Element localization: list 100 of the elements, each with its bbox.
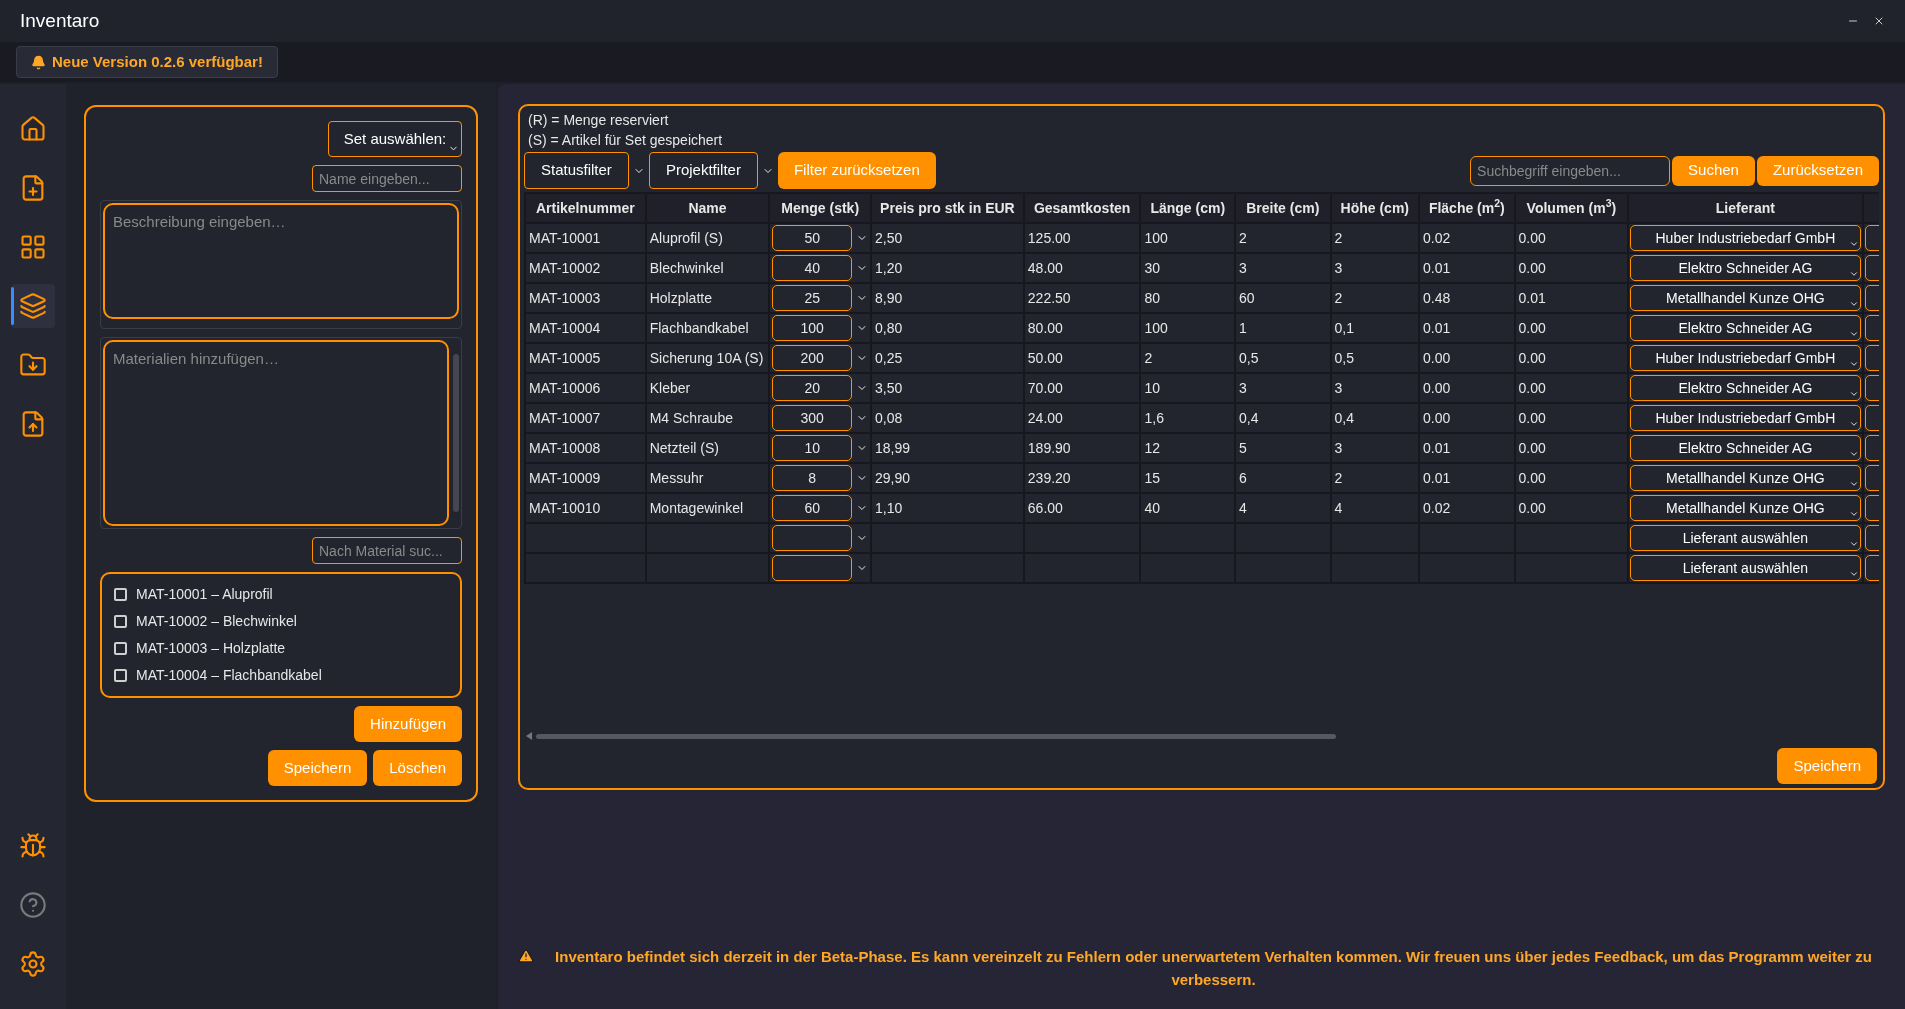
materials-field[interactable]: Materialien hinzufügen… (103, 340, 449, 526)
quantity-field[interactable]: 100 (772, 315, 853, 341)
table-cell: 125.00 (1027, 229, 1071, 246)
supplier-dropdown[interactable]: Huber Industriebedarf GmbH (1630, 345, 1861, 371)
supplier-dropdown[interactable]: Elektro Schneider AG (1630, 375, 1861, 401)
update-banner[interactable]: Neue Version 0.2.6 verfügbar! (16, 45, 278, 79)
table-cell: 3 (1239, 259, 1247, 276)
table-cell: 4 (1334, 499, 1343, 516)
material-search-field[interactable]: Nach Material suc... (312, 537, 462, 564)
table-cell: 0,5 (1239, 349, 1259, 366)
scrollbar[interactable] (453, 354, 459, 512)
quantity-field[interactable]: 10 (772, 435, 853, 461)
column-header[interactable]: Menge (stk) (769, 193, 871, 223)
supplier-dropdown[interactable]: Elektro Schneider AG (1630, 255, 1861, 281)
supplier-dropdown[interactable]: Elektro Schneider AG (1630, 315, 1861, 341)
table-cell: 189.90 (1027, 439, 1071, 456)
quantity-field[interactable]: 25 (772, 285, 853, 311)
name-input-field[interactable]: Name eingeben... (312, 165, 462, 192)
quantity-field[interactable]: 20 (772, 375, 853, 401)
material-option[interactable]: MAT-10004 – Flachbandkabel (136, 665, 322, 686)
table-cell: 0.00 (1423, 409, 1451, 426)
table-cell: 6 (1239, 469, 1247, 486)
table-cell: 0.02 (1423, 229, 1451, 246)
set-select[interactable]: Set auswählen: (328, 121, 462, 157)
quantity-field[interactable]: 8 (772, 465, 853, 491)
material-option[interactable]: MAT-10002 – Blechwinkel (136, 611, 297, 632)
quantity-field[interactable] (772, 555, 853, 581)
column-header[interactable]: Preis pro stk in EUR (870, 193, 1024, 223)
column-header[interactable]: Fläche (m$^{2}$) (1419, 193, 1515, 223)
table-cell: 1,10 (874, 499, 903, 516)
scroll-left-icon[interactable] (526, 732, 532, 740)
table-cell: 100 (1144, 229, 1168, 246)
column-header[interactable]: Länge (cm) (1140, 193, 1235, 223)
column-header[interactable]: Volumen (m$^{3}$) (1514, 193, 1629, 223)
close-icon[interactable] (1873, 15, 1885, 27)
bell-icon (31, 54, 46, 70)
table-cell: Kleber (649, 379, 691, 396)
table-cell: Flachbandkabel (649, 319, 749, 336)
supplier-dropdown[interactable]: Elektro Schneider AG (1630, 435, 1861, 461)
column-header[interactable]: Höhe (cm) (1330, 193, 1420, 223)
table-cell: Blechwinkel (649, 259, 724, 276)
table-cell: 3,50 (874, 379, 903, 396)
table-cell: 80.00 (1027, 319, 1063, 336)
supplier-dropdown[interactable]: Lieferant auswählen (1630, 555, 1861, 581)
supplier-dropdown[interactable]: Metallhandel Kunze OHG (1630, 285, 1861, 311)
quantity-field[interactable]: 60 (772, 495, 853, 521)
chevron-icon (1848, 539, 1859, 549)
table-cell: 5 (1239, 439, 1247, 456)
checkbox[interactable] (114, 642, 127, 655)
table-cell: 0.00 (1423, 379, 1451, 396)
supplier-dropdown[interactable]: Metallhandel Kunze OHG (1630, 495, 1861, 521)
table-cell: 2,50 (874, 229, 903, 246)
table-cell: 0.02 (1423, 499, 1451, 516)
table-cell: 0.00 (1518, 499, 1546, 516)
table-cell: 3 (1334, 439, 1343, 456)
supplier-dropdown[interactable]: Metallhandel Kunze OHG (1630, 465, 1861, 491)
table-cell: 80 (1144, 289, 1161, 306)
checkbox[interactable] (114, 615, 127, 628)
search-field[interactable]: Suchbegriff eingeben... (1470, 155, 1671, 186)
table-cell: 50.00 (1027, 349, 1063, 366)
quantity-field[interactable]: 40 (772, 255, 853, 281)
material-option[interactable]: MAT-10003 – Holzplatte (136, 638, 286, 659)
table-cell: 0.01 (1423, 439, 1451, 456)
supplier-dropdown[interactable]: Huber Industriebedarf GmbH (1630, 405, 1861, 431)
quantity-field[interactable] (772, 525, 853, 551)
column-header[interactable]: Lieferant (1628, 193, 1863, 223)
table-cell: 3 (1239, 379, 1247, 396)
warning-icon (518, 948, 534, 964)
table-cell: MAT-10005 (529, 349, 601, 366)
table-cell: 0,4 (1334, 409, 1354, 426)
sidebar-item[interactable] (11, 284, 55, 328)
home-icon (19, 115, 47, 143)
chevron-icon (1848, 359, 1859, 369)
supplier-dropdown[interactable]: Huber Industriebedarf GmbH (1630, 225, 1861, 251)
checkbox[interactable] (114, 669, 127, 682)
quantity-field[interactable]: 50 (772, 225, 853, 251)
table-cell: 10 (1144, 379, 1161, 396)
quantity-field[interactable]: 300 (772, 405, 853, 431)
horizontal-scrollbar[interactable] (536, 733, 1336, 739)
chevron-icon (1848, 449, 1859, 459)
table-cell: 0,08 (874, 409, 903, 426)
table-cell: 0,1 (1334, 319, 1354, 336)
table-cell: Aluprofil (S) (649, 229, 723, 246)
supplier-dropdown[interactable]: Lieferant auswählen (1630, 525, 1861, 551)
quantity-field[interactable]: 200 (772, 345, 853, 371)
material-option[interactable]: MAT-10001 – Aluprofil (136, 584, 273, 605)
column-header[interactable]: Gesamtkosten (1023, 193, 1141, 223)
table-cell: 0.00 (1518, 469, 1546, 486)
table-cell: 2 (1334, 229, 1343, 246)
table-cell: 3 (1334, 259, 1343, 276)
project-filter-dropdown[interactable]: Projektfilter (648, 152, 758, 189)
column-header[interactable]: Artikelnummer (525, 193, 646, 223)
checkbox[interactable] (114, 588, 127, 601)
column-header[interactable]: Name (645, 193, 770, 223)
table-cell: MAT-10008 (529, 439, 601, 456)
update-banner-text: Neue Version 0.2.6 verfügbar! (52, 51, 263, 72)
column-header[interactable]: Breite (cm) (1235, 193, 1331, 223)
description-field[interactable]: Beschreibung eingeben… (103, 203, 459, 319)
status-filter-dropdown[interactable]: Statusfilter (524, 152, 629, 189)
table-cell: 0.01 (1423, 469, 1451, 486)
